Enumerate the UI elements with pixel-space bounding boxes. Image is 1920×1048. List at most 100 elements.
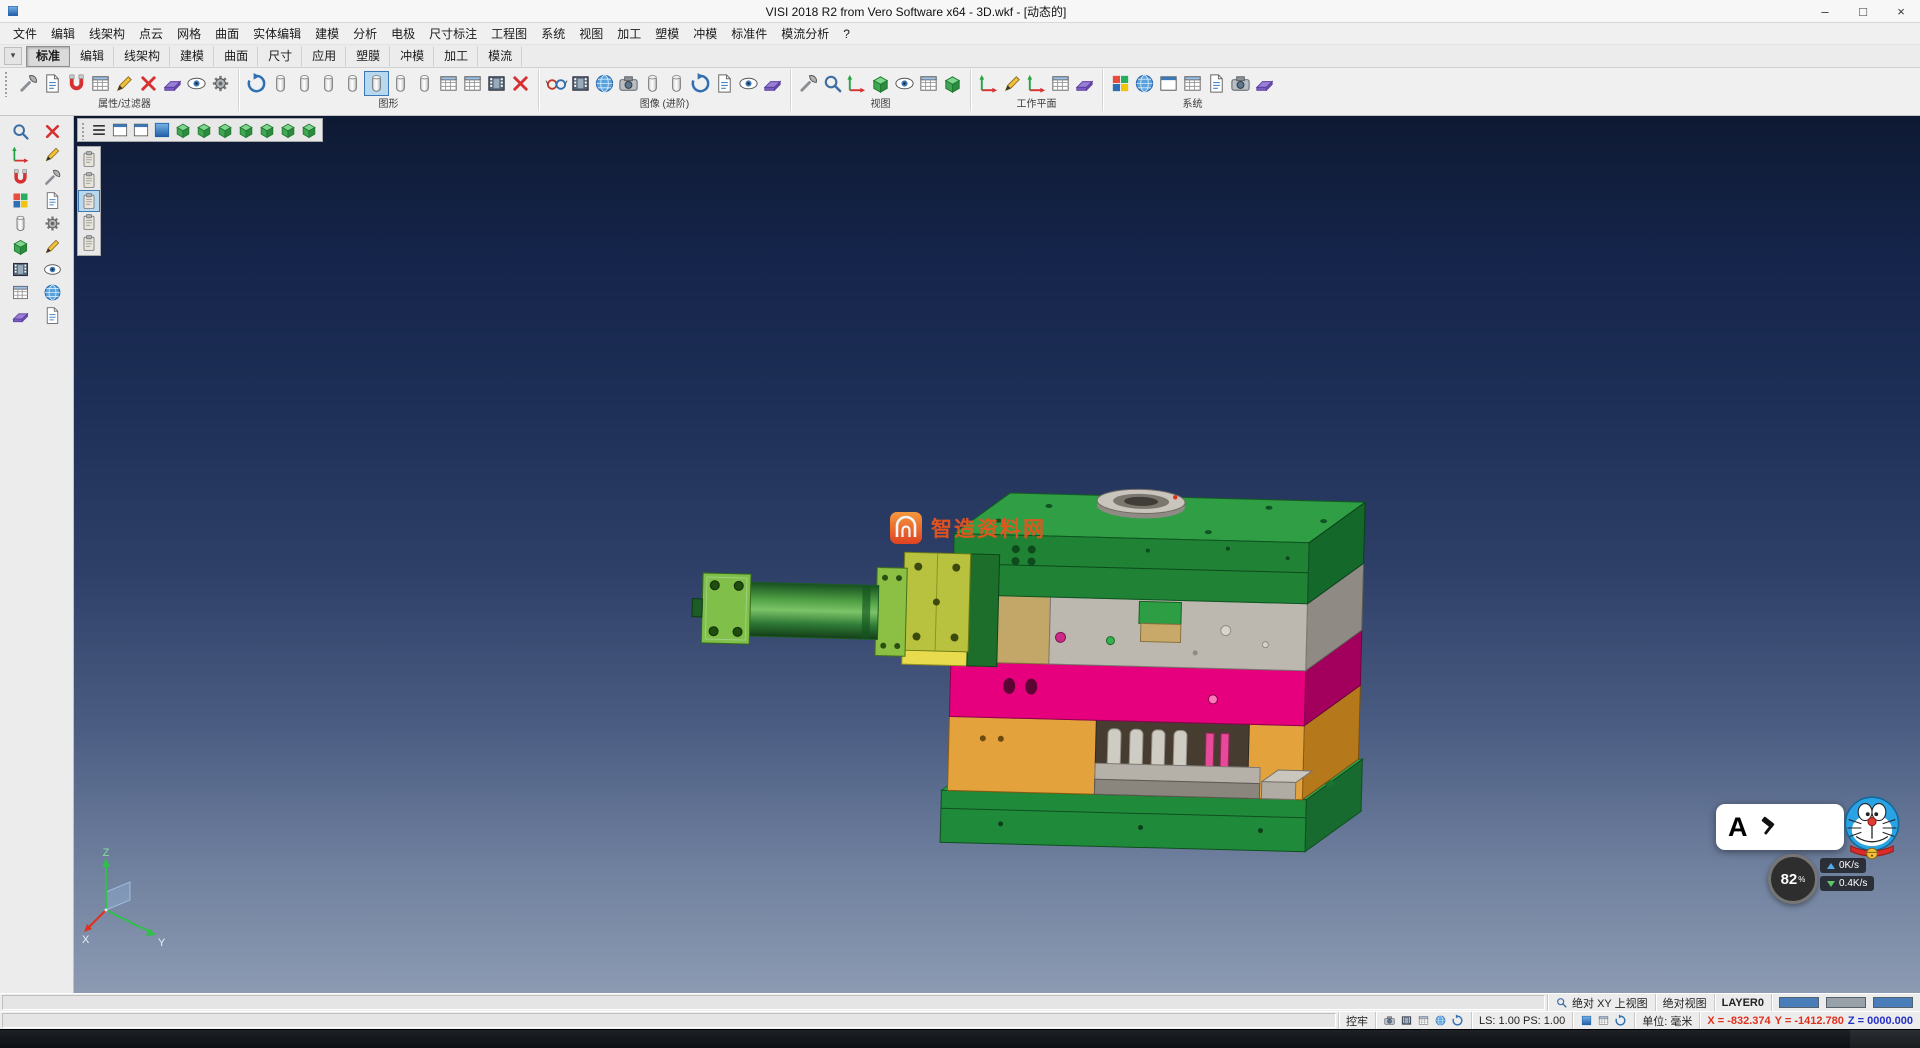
windows-taskbar[interactable] [0, 1029, 1920, 1048]
gear-tool-icon[interactable] [42, 213, 63, 234]
view-eye-icon[interactable] [893, 72, 916, 95]
graphic-cylinder-2-icon[interactable] [293, 72, 316, 95]
film-icon[interactable] [485, 72, 508, 95]
pencil-2-tool-icon[interactable] [42, 236, 63, 257]
rotate-icon[interactable] [689, 72, 712, 95]
eye-tool-icon[interactable] [42, 259, 63, 280]
cube-tool-icon[interactable] [10, 236, 31, 257]
sketch-tool-icon[interactable] [42, 144, 63, 165]
3d-viewport[interactable]: 智造资料网 Z X Y A [74, 116, 1920, 993]
clipboard-5-icon[interactable] [79, 233, 99, 253]
properties-icon[interactable] [41, 72, 64, 95]
zoom-tool-icon[interactable] [10, 121, 31, 142]
grid-tool-icon[interactable] [10, 282, 31, 303]
view-mode-indicator[interactable]: 绝对 XY 上视图 [1547, 994, 1655, 1011]
wrench-tool-icon[interactable] [42, 167, 63, 188]
erase-icon[interactable] [137, 72, 160, 95]
menu-item-7[interactable]: 建模 [308, 24, 346, 43]
tab-7[interactable]: 塑膜 [346, 46, 390, 67]
clipboard-1-icon[interactable] [79, 149, 99, 169]
menu-item-17[interactable]: 标准件 [724, 24, 774, 43]
visibility-icon[interactable] [185, 72, 208, 95]
left-view-icon[interactable] [257, 120, 277, 140]
snap-lock-toggle[interactable]: 控牢 [1338, 1012, 1375, 1029]
menu-item-6[interactable]: 实体编辑 [246, 24, 308, 43]
hydraulic-cylinder[interactable] [691, 547, 1000, 667]
scale-indicator[interactable]: LS: 1.00 PS: 1.00 [1471, 1012, 1572, 1029]
tab-3[interactable]: 建模 [170, 46, 214, 67]
delete-graphic-icon[interactable] [509, 72, 532, 95]
workplane-grid-icon[interactable] [1049, 72, 1072, 95]
stereo-glasses-icon[interactable] [545, 72, 568, 95]
zoom-icon[interactable] [821, 72, 844, 95]
minimize-button[interactable]: – [1806, 0, 1844, 22]
layer-indicator[interactable]: LAYER0 [1714, 994, 1771, 1011]
snap-tool-icon[interactable] [10, 167, 31, 188]
menu-item-19[interactable]: ? [836, 26, 857, 42]
absolute-view-indicator[interactable]: 绝对视图 [1655, 994, 1714, 1011]
workplane-plane-icon[interactable] [1073, 72, 1096, 95]
menu-item-10[interactable]: 尺寸标注 [422, 24, 484, 43]
workplane-chip-icon[interactable] [1580, 1014, 1593, 1027]
delete-tool-icon[interactable] [42, 121, 63, 142]
iso-cube-icon[interactable] [869, 72, 892, 95]
section-icon[interactable] [761, 72, 784, 95]
chevron-down-icon[interactable]: ▾ [4, 47, 22, 65]
maximize-button[interactable]: □ [1844, 0, 1882, 22]
menu-item-8[interactable]: 分析 [346, 24, 384, 43]
clipboard-2-icon[interactable] [79, 170, 99, 190]
menu-item-13[interactable]: 视图 [572, 24, 610, 43]
pencil-icon[interactable] [113, 72, 136, 95]
front-view-icon[interactable] [194, 120, 214, 140]
toolbar-drag-handle[interactable] [81, 122, 85, 140]
slab-tool-icon[interactable] [10, 305, 31, 326]
grid-toggle-icon[interactable] [1597, 1014, 1610, 1027]
window-icon[interactable] [110, 120, 130, 140]
graphic-cylinder-1-icon[interactable] [269, 72, 292, 95]
top-view-icon[interactable] [215, 120, 235, 140]
settings-icon[interactable] [209, 72, 232, 95]
graphic-cylinder-5-icon[interactable] [389, 72, 412, 95]
sync-icon[interactable] [1614, 1014, 1627, 1027]
menu-item-18[interactable]: 模流分析 [774, 24, 836, 43]
tab-9[interactable]: 加工 [434, 46, 478, 67]
tab-4[interactable]: 曲面 [214, 46, 258, 67]
menu-item-15[interactable]: 塑模 [648, 24, 686, 43]
capture-icon[interactable] [1400, 1014, 1413, 1027]
back-view-icon[interactable] [278, 120, 298, 140]
workplane-align-icon[interactable] [1025, 72, 1048, 95]
refresh-icon[interactable] [1451, 1014, 1464, 1027]
menu-item-1[interactable]: 编辑 [44, 24, 82, 43]
layer-color-chip-0[interactable] [1779, 997, 1819, 1008]
menu-item-5[interactable]: 曲面 [208, 24, 246, 43]
paint-icon[interactable] [161, 72, 184, 95]
window-cascade-icon[interactable] [131, 120, 151, 140]
tab-10[interactable]: 模流 [478, 46, 522, 67]
iso-view-icon[interactable] [173, 120, 193, 140]
cylinder-tool-icon[interactable] [10, 213, 31, 234]
table-icon[interactable] [437, 72, 460, 95]
menu-item-2[interactable]: 线架构 [82, 24, 132, 43]
tab-6[interactable]: 应用 [302, 46, 346, 67]
view-search-icon[interactable] [1555, 996, 1568, 1009]
toolbar-drag-handle[interactable] [4, 71, 8, 97]
menu-item-16[interactable]: 冲模 [686, 24, 724, 43]
axes-tool-icon[interactable] [10, 144, 31, 165]
view-list-icon[interactable] [89, 120, 109, 140]
shaded-cube-icon[interactable] [941, 72, 964, 95]
menu-item-9[interactable]: 电极 [384, 24, 422, 43]
menu-item-14[interactable]: 加工 [610, 24, 648, 43]
plane-icon[interactable] [1253, 72, 1276, 95]
menu-item-12[interactable]: 系统 [534, 24, 572, 43]
clipboard-4-icon[interactable] [79, 212, 99, 232]
graphic-cylinder-3-icon[interactable] [317, 72, 340, 95]
view-axes-icon[interactable] [845, 72, 868, 95]
render-globe-icon[interactable] [593, 72, 616, 95]
menu-item-11[interactable]: 工程图 [484, 24, 534, 43]
document-icon[interactable] [1205, 72, 1228, 95]
graphic-cylinder-6-icon[interactable] [413, 72, 436, 95]
regen-icon[interactable] [245, 72, 268, 95]
menu-item-3[interactable]: 点云 [132, 24, 170, 43]
bottom-view-icon[interactable] [299, 120, 319, 140]
magnet-icon[interactable] [65, 72, 88, 95]
